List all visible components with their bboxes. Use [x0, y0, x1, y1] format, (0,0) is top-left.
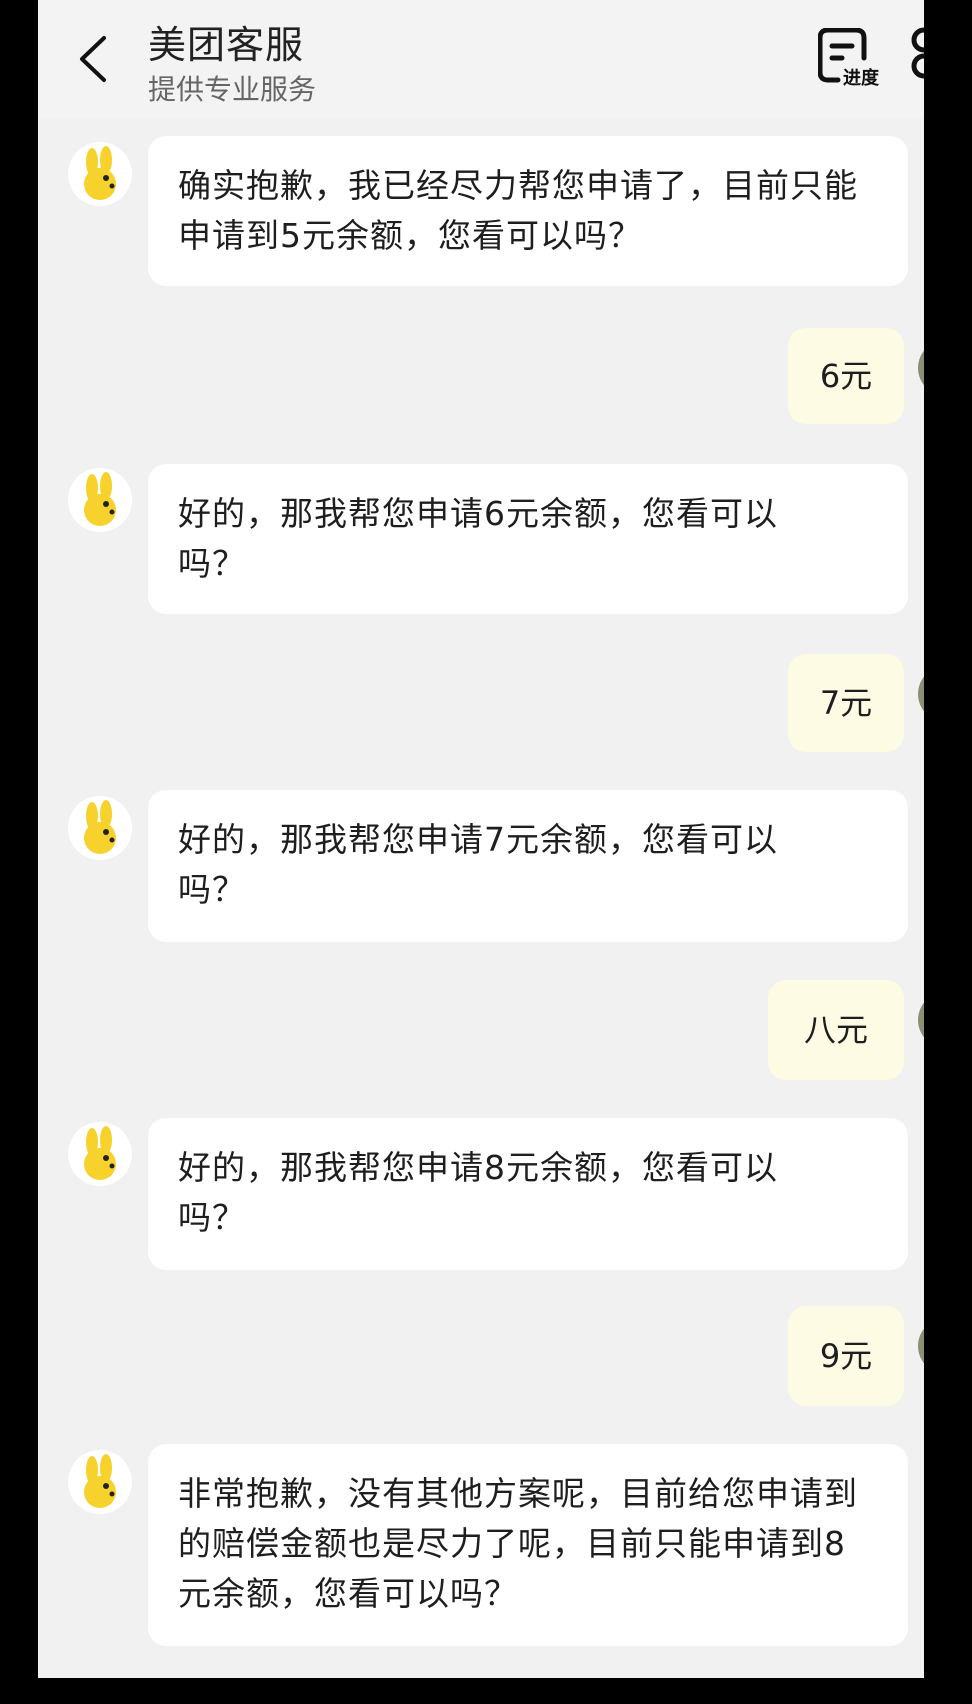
more-icon[interactable] — [910, 24, 924, 84]
customer-service-avatar[interactable] — [68, 1122, 132, 1186]
kangaroo-mascot-icon — [68, 1450, 132, 1514]
customer-service-avatar[interactable] — [68, 468, 132, 532]
bot-message-bubble[interactable]: 非常抱歉，没有其他方案呢，目前给您申请到的赔偿金额也是尽力了呢，目前只能申请到8… — [148, 1444, 908, 1646]
user-message-bubble[interactable]: 9元 — [788, 1306, 904, 1406]
kangaroo-mascot-icon — [68, 796, 132, 860]
bot-message-bubble[interactable]: 好的，那我帮您申请6元余额，您看可以吗？ — [148, 464, 908, 614]
progress-button[interactable]: 进度 — [818, 28, 888, 94]
customer-service-avatar[interactable] — [68, 796, 132, 860]
customer-service-avatar[interactable] — [68, 142, 132, 206]
chevron-left-icon[interactable] — [72, 32, 116, 86]
kangaroo-mascot-icon — [68, 1122, 132, 1186]
page-title: 美团客服 — [148, 23, 305, 67]
kangaroo-mascot-icon — [68, 468, 132, 532]
nav-header: 美团客服 提供专业服务 进度 — [38, 0, 924, 118]
progress-label: 进度 — [842, 64, 880, 90]
user-avatar[interactable] — [918, 340, 924, 396]
bot-message-bubble[interactable]: 好的，那我帮您申请7元余额，您看可以吗？ — [148, 790, 908, 942]
page-subtitle: 提供专业服务 — [148, 73, 317, 106]
user-avatar[interactable] — [918, 666, 924, 722]
chat-screen: 确实抱歉，我已经尽力帮您申请了，目前只能申请到5元余额，您看可以吗？ 6元 好的… — [38, 0, 924, 1678]
user-avatar[interactable] — [918, 992, 924, 1048]
bot-message-bubble[interactable]: 好的，那我帮您申请8元余额，您看可以吗？ — [148, 1118, 908, 1270]
user-message-bubble[interactable]: 7元 — [788, 654, 904, 752]
user-message-bubble[interactable]: 八元 — [768, 980, 904, 1080]
kangaroo-mascot-icon — [68, 142, 132, 206]
bot-message-bubble[interactable]: 确实抱歉，我已经尽力帮您申请了，目前只能申请到5元余额，您看可以吗？ — [148, 136, 908, 286]
user-message-bubble[interactable]: 6元 — [788, 328, 904, 424]
message-list[interactable]: 确实抱歉，我已经尽力帮您申请了，目前只能申请到5元余额，您看可以吗？ 6元 好的… — [38, 0, 924, 1678]
user-avatar[interactable] — [918, 1318, 924, 1374]
customer-service-avatar[interactable] — [68, 1450, 132, 1514]
